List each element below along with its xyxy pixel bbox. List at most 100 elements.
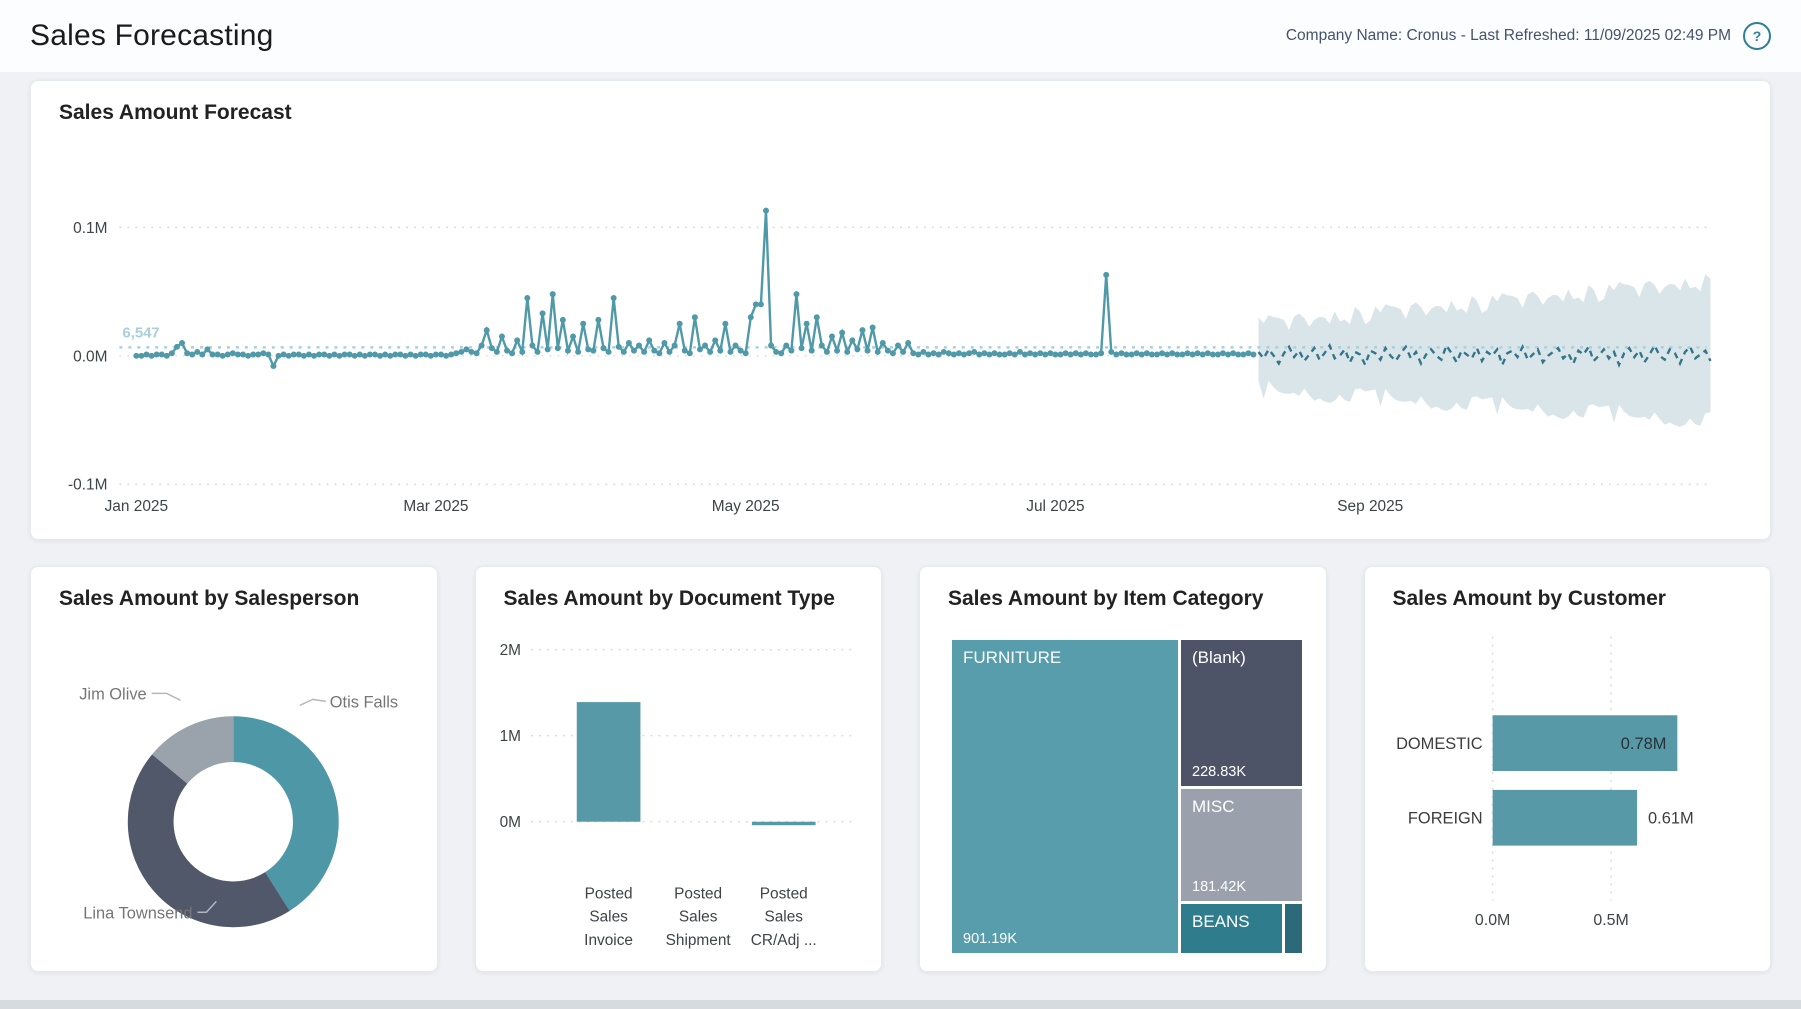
- sales-by-customer-bar-chart[interactable]: 0.0M0.5MDOMESTIC0.78MFOREIGN0.61M: [1365, 567, 1771, 971]
- data-point-marker[interactable]: [1159, 350, 1165, 356]
- data-point-marker[interactable]: [1118, 350, 1124, 356]
- data-point-marker[interactable]: [722, 321, 728, 327]
- data-point-marker[interactable]: [733, 343, 739, 349]
- data-point-marker[interactable]: [809, 348, 815, 354]
- data-point-marker[interactable]: [1250, 352, 1256, 358]
- data-point-marker[interactable]: [1108, 349, 1114, 355]
- data-point-marker[interactable]: [1129, 352, 1135, 358]
- sales-by-document-type-bar-chart[interactable]: 2M1M0MPostedSalesInvoicePostedSalesShipm…: [476, 567, 882, 971]
- data-point-marker[interactable]: [986, 352, 992, 358]
- data-point-marker[interactable]: [981, 350, 987, 356]
- data-point-marker[interactable]: [936, 352, 942, 358]
- data-point-marker[interactable]: [1164, 352, 1170, 358]
- data-point-marker[interactable]: [915, 352, 921, 358]
- data-point-marker[interactable]: [1037, 350, 1043, 356]
- bar-posted-sales-cr-adj-[interactable]: [751, 822, 815, 825]
- data-point-marker[interactable]: [240, 352, 246, 358]
- data-point-marker[interactable]: [1179, 352, 1185, 358]
- data-point-marker[interactable]: [397, 352, 403, 358]
- data-point-marker[interactable]: [844, 349, 850, 355]
- data-point-marker[interactable]: [194, 349, 200, 355]
- bar-posted-sales-invoice[interactable]: [576, 702, 640, 822]
- data-point-marker[interactable]: [712, 337, 718, 343]
- data-point-marker[interactable]: [1200, 352, 1206, 358]
- data-point-marker[interactable]: [463, 346, 469, 352]
- data-point-marker[interactable]: [210, 352, 216, 358]
- data-point-marker[interactable]: [1083, 350, 1089, 356]
- data-point-marker[interactable]: [651, 348, 657, 354]
- data-point-marker[interactable]: [306, 352, 312, 358]
- data-point-marker[interactable]: [824, 349, 830, 355]
- data-point-marker[interactable]: [164, 353, 170, 359]
- data-point-marker[interactable]: [504, 348, 510, 354]
- data-point-marker[interactable]: [1225, 352, 1231, 358]
- data-point-marker[interactable]: [281, 352, 287, 358]
- data-point-marker[interactable]: [225, 352, 231, 358]
- data-point-marker[interactable]: [509, 350, 515, 356]
- data-point-marker[interactable]: [347, 352, 353, 358]
- data-point-marker[interactable]: [1012, 352, 1018, 358]
- data-point-marker[interactable]: [1113, 352, 1119, 358]
- data-point-marker[interactable]: [1027, 350, 1033, 356]
- data-point-marker[interactable]: [854, 346, 860, 352]
- data-point-marker[interactable]: [687, 350, 693, 356]
- data-point-marker[interactable]: [849, 337, 855, 343]
- data-point-marker[interactable]: [296, 352, 302, 358]
- data-point-marker[interactable]: [524, 295, 530, 301]
- data-point-marker[interactable]: [438, 352, 444, 358]
- data-point-marker[interactable]: [590, 348, 596, 354]
- data-point-marker[interactable]: [468, 349, 474, 355]
- data-point-marker[interactable]: [1139, 352, 1145, 358]
- data-point-marker[interactable]: [1195, 350, 1201, 356]
- data-point-marker[interactable]: [626, 340, 632, 346]
- data-point-marker[interactable]: [1205, 350, 1211, 356]
- data-point-marker[interactable]: [402, 353, 408, 359]
- data-point-marker[interactable]: [494, 349, 500, 355]
- data-point-marker[interactable]: [382, 352, 388, 358]
- data-point-marker[interactable]: [534, 349, 540, 355]
- data-point-marker[interactable]: [474, 350, 480, 356]
- data-point-marker[interactable]: [768, 343, 774, 349]
- data-point-marker[interactable]: [540, 310, 546, 316]
- data-point-marker[interactable]: [1190, 352, 1196, 358]
- data-point-marker[interactable]: [697, 346, 703, 352]
- data-point-marker[interactable]: [377, 353, 383, 359]
- data-point-marker[interactable]: [890, 350, 896, 356]
- data-point-marker[interactable]: [570, 334, 576, 340]
- data-point-marker[interactable]: [885, 348, 891, 354]
- treemap-tile-small[interactable]: [1285, 904, 1302, 953]
- data-point-marker[interactable]: [895, 343, 901, 349]
- data-point-marker[interactable]: [631, 348, 637, 354]
- data-point-marker[interactable]: [174, 344, 180, 350]
- data-point-marker[interactable]: [667, 349, 673, 355]
- data-point-marker[interactable]: [199, 352, 205, 358]
- data-point-marker[interactable]: [636, 343, 642, 349]
- data-point-marker[interactable]: [1210, 352, 1216, 358]
- data-point-marker[interactable]: [682, 348, 688, 354]
- data-point-marker[interactable]: [560, 317, 566, 323]
- data-point-marker[interactable]: [499, 334, 505, 340]
- data-point-marker[interactable]: [260, 350, 266, 356]
- data-point-marker[interactable]: [372, 352, 378, 358]
- data-point-marker[interactable]: [880, 340, 886, 346]
- data-point-marker[interactable]: [992, 350, 998, 356]
- data-point-marker[interactable]: [799, 345, 805, 351]
- data-point-marker[interactable]: [1078, 352, 1084, 358]
- data-point-marker[interactable]: [326, 353, 332, 359]
- data-point-marker[interactable]: [215, 352, 221, 358]
- data-point-marker[interactable]: [301, 353, 307, 359]
- data-point-marker[interactable]: [905, 340, 911, 346]
- data-point-marker[interactable]: [727, 349, 733, 355]
- data-point-marker[interactable]: [169, 350, 175, 356]
- data-point-marker[interactable]: [778, 350, 784, 356]
- data-point-marker[interactable]: [875, 349, 881, 355]
- data-point-marker[interactable]: [286, 353, 292, 359]
- sales-by-item-category-treemap[interactable]: FURNITURE901.19K(Blank)228.83KMISC181.42…: [952, 640, 1302, 953]
- historical-line[interactable]: [136, 211, 1253, 366]
- sales-by-salesperson-donut-chart[interactable]: Otis FallsLina TownsendJim Olive: [31, 567, 437, 971]
- data-point-marker[interactable]: [1169, 350, 1175, 356]
- data-point-marker[interactable]: [646, 337, 652, 343]
- data-point-marker[interactable]: [783, 343, 789, 349]
- data-point-marker[interactable]: [961, 352, 967, 358]
- data-point-marker[interactable]: [1240, 352, 1246, 358]
